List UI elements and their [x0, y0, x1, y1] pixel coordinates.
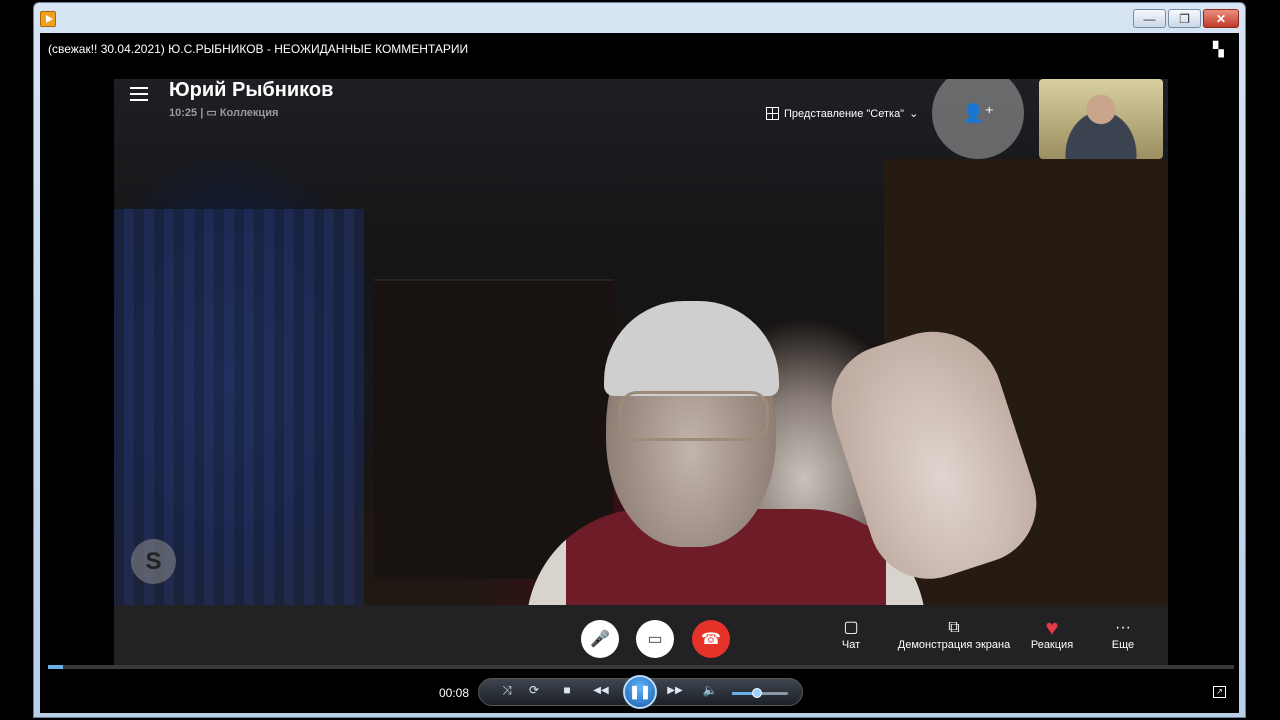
- hang-up-button[interactable]: ☎: [692, 620, 730, 658]
- video-camera-icon: ▭: [647, 631, 663, 648]
- more-button[interactable]: ··· Еще: [1102, 617, 1144, 651]
- collection-label[interactable]: Коллекция: [220, 107, 279, 119]
- microphone-icon: 🎤: [590, 631, 610, 648]
- grid-view-toggle[interactable]: Представление "Сетка" ⌄: [766, 107, 918, 120]
- more-dots-icon: ···: [1115, 619, 1131, 636]
- caller-name: Юрий Рыбников: [169, 79, 334, 101]
- chat-button[interactable]: ▢ Чат: [830, 617, 872, 651]
- app-icon[interactable]: [40, 11, 56, 27]
- screen-share-button[interactable]: ⧉ Демонстрация экрана: [891, 617, 1017, 651]
- call-header: Юрий Рыбников 10:25 | ▭ Коллекция Предст…: [114, 79, 1168, 159]
- call-duration: 10:25: [169, 107, 198, 119]
- title-bar[interactable]: — ❐ ✕: [34, 3, 1245, 33]
- meta-separator: |: [200, 107, 204, 119]
- reaction-label: Реакция: [1030, 639, 1074, 651]
- maximize-button[interactable]: ❐: [1168, 9, 1201, 28]
- heart-icon: ♥: [1045, 615, 1059, 640]
- repeat-button[interactable]: ⟳: [524, 683, 544, 697]
- seek-bar-fill: [48, 665, 64, 669]
- grid-view-label: Представление "Сетка": [784, 107, 905, 120]
- call-controls-bar: 🎤 ▭ ☎ ▢ Чат ⧉ Демонстрация экрана ♥ Реак…: [114, 605, 1168, 665]
- camera-button[interactable]: ▭: [636, 620, 674, 658]
- pause-button[interactable]: ❚❚: [623, 675, 657, 709]
- reaction-button[interactable]: ♥ Реакция: [1022, 615, 1082, 652]
- self-view-thumbnail[interactable]: [1039, 79, 1163, 159]
- playback-controls: ⤨ ⟳ ■ ◀◀ ❚❚ ▶▶ 🔈: [478, 675, 803, 709]
- forward-button[interactable]: ▶▶: [665, 685, 685, 696]
- fullscreen-icon: ↗: [1216, 687, 1223, 696]
- grid-icon: [766, 107, 779, 120]
- rewind-button[interactable]: ◀◀: [591, 685, 611, 696]
- add-person-icon: 👤⁺: [962, 102, 994, 123]
- player-area: (свежак!! 30.04.2021) Ю.С.РЫБНИКОВ - НЕО…: [40, 33, 1239, 713]
- chat-icon: ▢: [843, 619, 859, 636]
- phone-hangup-icon: ☎: [701, 631, 721, 648]
- person-glasses: [619, 391, 769, 441]
- collection-icon: ▭: [206, 107, 217, 119]
- window-controls: — ❐ ✕: [1133, 9, 1239, 28]
- skype-logo-letter: S: [145, 547, 162, 575]
- person-hair: [604, 301, 779, 396]
- screen-share-label: Демонстрация экрана: [897, 639, 1011, 651]
- stop-button[interactable]: ■: [557, 683, 577, 697]
- hamburger-menu-icon[interactable]: [130, 87, 148, 101]
- volume-slider[interactable]: [732, 688, 788, 698]
- video-frame[interactable]: Юрий Рыбников 10:25 | ▭ Коллекция Предст…: [114, 79, 1168, 665]
- seek-bar[interactable]: [48, 665, 1234, 669]
- pause-icon: ❚❚: [629, 684, 651, 699]
- minimize-button[interactable]: —: [1133, 9, 1166, 28]
- current-time: 00:08: [439, 686, 470, 700]
- volume-icon[interactable]: 🔈: [700, 683, 720, 697]
- more-label: Еще: [1111, 639, 1135, 651]
- chevron-down-icon: ⌄: [909, 108, 919, 120]
- screen-share-icon: ⧉: [948, 619, 960, 636]
- shuffle-button[interactable]: ⤨: [497, 683, 517, 698]
- microphone-button[interactable]: 🎤: [581, 620, 619, 658]
- video-title: (свежак!! 30.04.2021) Ю.С.РЫБНИКОВ - НЕО…: [48, 42, 469, 56]
- skype-logo-icon: S: [131, 539, 176, 584]
- add-participant-button[interactable]: 👤⁺: [932, 79, 1024, 159]
- fullscreen-button[interactable]: ↗: [1213, 686, 1226, 698]
- media-player-window: — ❐ ✕ (свежак!! 30.04.2021) Ю.С.РЫБНИКОВ…: [33, 2, 1246, 718]
- close-button[interactable]: ✕: [1203, 9, 1239, 28]
- layout-switch-icon[interactable]: ▚: [1213, 41, 1229, 57]
- call-meta: 10:25 | ▭ Коллекция: [169, 106, 278, 119]
- chat-label: Чат: [841, 639, 861, 651]
- volume-slider-knob[interactable]: [752, 688, 763, 698]
